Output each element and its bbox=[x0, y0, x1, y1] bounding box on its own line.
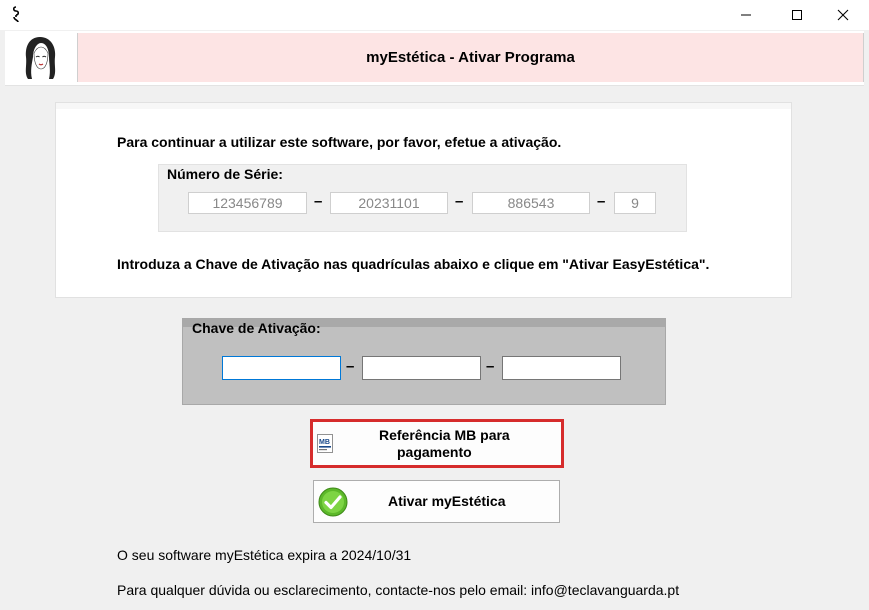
activation-key-label: Chave de Ativação: bbox=[192, 320, 321, 336]
activation-key-field-1[interactable] bbox=[222, 356, 341, 380]
app-cursor-icon bbox=[9, 5, 25, 25]
expiry-text: O seu software myEstética expira a 2024/… bbox=[117, 547, 412, 563]
header-bar: myEstética - Ativar Programa bbox=[5, 31, 864, 86]
instructions-text: Introduza a Chave de Ativação nas quadrí… bbox=[117, 256, 710, 272]
activation-key-field-3[interactable] bbox=[502, 356, 621, 380]
multibanco-icon: MB bbox=[317, 434, 333, 456]
activate-label: Ativar myEstética bbox=[388, 493, 506, 509]
serial-number-group: Número de Série: 123456789 – 20231101 – … bbox=[158, 164, 687, 232]
activation-key-group: Chave de Ativação: – – bbox=[182, 318, 666, 405]
activation-key-field-2[interactable] bbox=[362, 356, 481, 380]
serial-field-4: 9 bbox=[614, 192, 656, 214]
mb-reference-label-line2: pagamento bbox=[397, 444, 472, 460]
maximize-button[interactable] bbox=[774, 0, 820, 30]
contact-text: Para qualquer dúvida ou esclarecimento, … bbox=[117, 582, 680, 598]
intro-text: Para continuar a utilizar este software,… bbox=[117, 134, 562, 150]
activation-key-separator: – bbox=[346, 358, 355, 375]
svg-text:MB: MB bbox=[319, 439, 330, 446]
serial-number-label: Número de Série: bbox=[167, 166, 283, 182]
serial-separator: – bbox=[597, 193, 606, 210]
serial-field-2: 20231101 bbox=[330, 192, 448, 214]
activate-button[interactable]: Ativar myEstética bbox=[313, 480, 560, 523]
serial-field-1: 123456789 bbox=[188, 192, 307, 214]
info-panel-strip bbox=[56, 103, 791, 109]
woman-face-icon bbox=[19, 33, 62, 82]
window-titlebar bbox=[0, 0, 869, 30]
minimize-button[interactable] bbox=[723, 0, 769, 30]
check-circle-icon bbox=[318, 487, 348, 520]
info-panel: Para continuar a utilizar este software,… bbox=[55, 102, 792, 298]
serial-separator: – bbox=[455, 193, 464, 210]
serial-separator: – bbox=[314, 193, 323, 210]
page-title: myEstética - Ativar Programa bbox=[77, 33, 864, 82]
close-button[interactable] bbox=[820, 0, 866, 30]
mb-reference-button[interactable]: MB Referência MB para pagamento bbox=[310, 419, 564, 468]
serial-field-3: 886543 bbox=[472, 192, 590, 214]
mb-reference-label-line1: Referência MB para bbox=[379, 427, 510, 443]
activation-key-separator: – bbox=[486, 358, 495, 375]
